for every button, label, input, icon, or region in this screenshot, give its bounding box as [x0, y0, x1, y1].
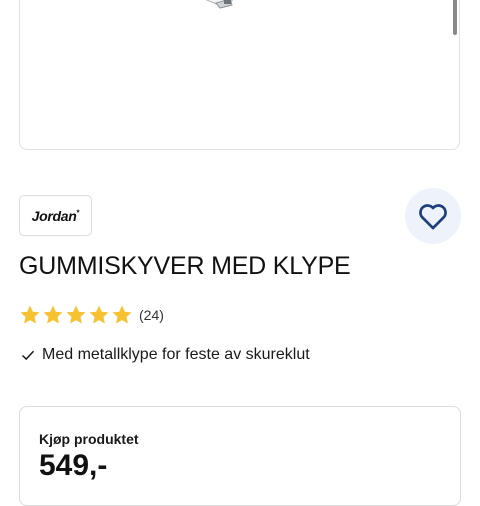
product-image: [205, 0, 233, 9]
rating-stars: [19, 304, 133, 326]
star-icon: [20, 305, 40, 324]
feature-text: Med metallklype for feste av skureklut: [42, 346, 310, 363]
star-icon: [66, 305, 86, 324]
favorite-button[interactable]: [405, 188, 461, 244]
product-image-card[interactable]: [19, 0, 460, 150]
product-rating[interactable]: (24): [19, 304, 164, 326]
product-title: GUMMISKYVER MED KLYPE: [19, 252, 351, 280]
heart-outline-icon: [419, 204, 447, 230]
star-icon: [43, 305, 63, 324]
checkmark-icon: [21, 350, 35, 361]
review-count[interactable]: (24): [139, 307, 164, 323]
brand-logo-text: Jordan*: [31, 207, 80, 224]
star-icon: [112, 305, 132, 324]
star-icon: [89, 305, 109, 324]
purchase-heading: Kjøp produktet: [39, 431, 139, 447]
scrollbar[interactable]: [453, 0, 457, 35]
feature-item: Med metallklype for feste av skureklut: [19, 346, 310, 364]
brand-logo[interactable]: Jordan*: [19, 195, 92, 236]
price: 549,-: [39, 449, 108, 482]
purchase-card: Kjøp produktet 549,-: [19, 406, 461, 506]
